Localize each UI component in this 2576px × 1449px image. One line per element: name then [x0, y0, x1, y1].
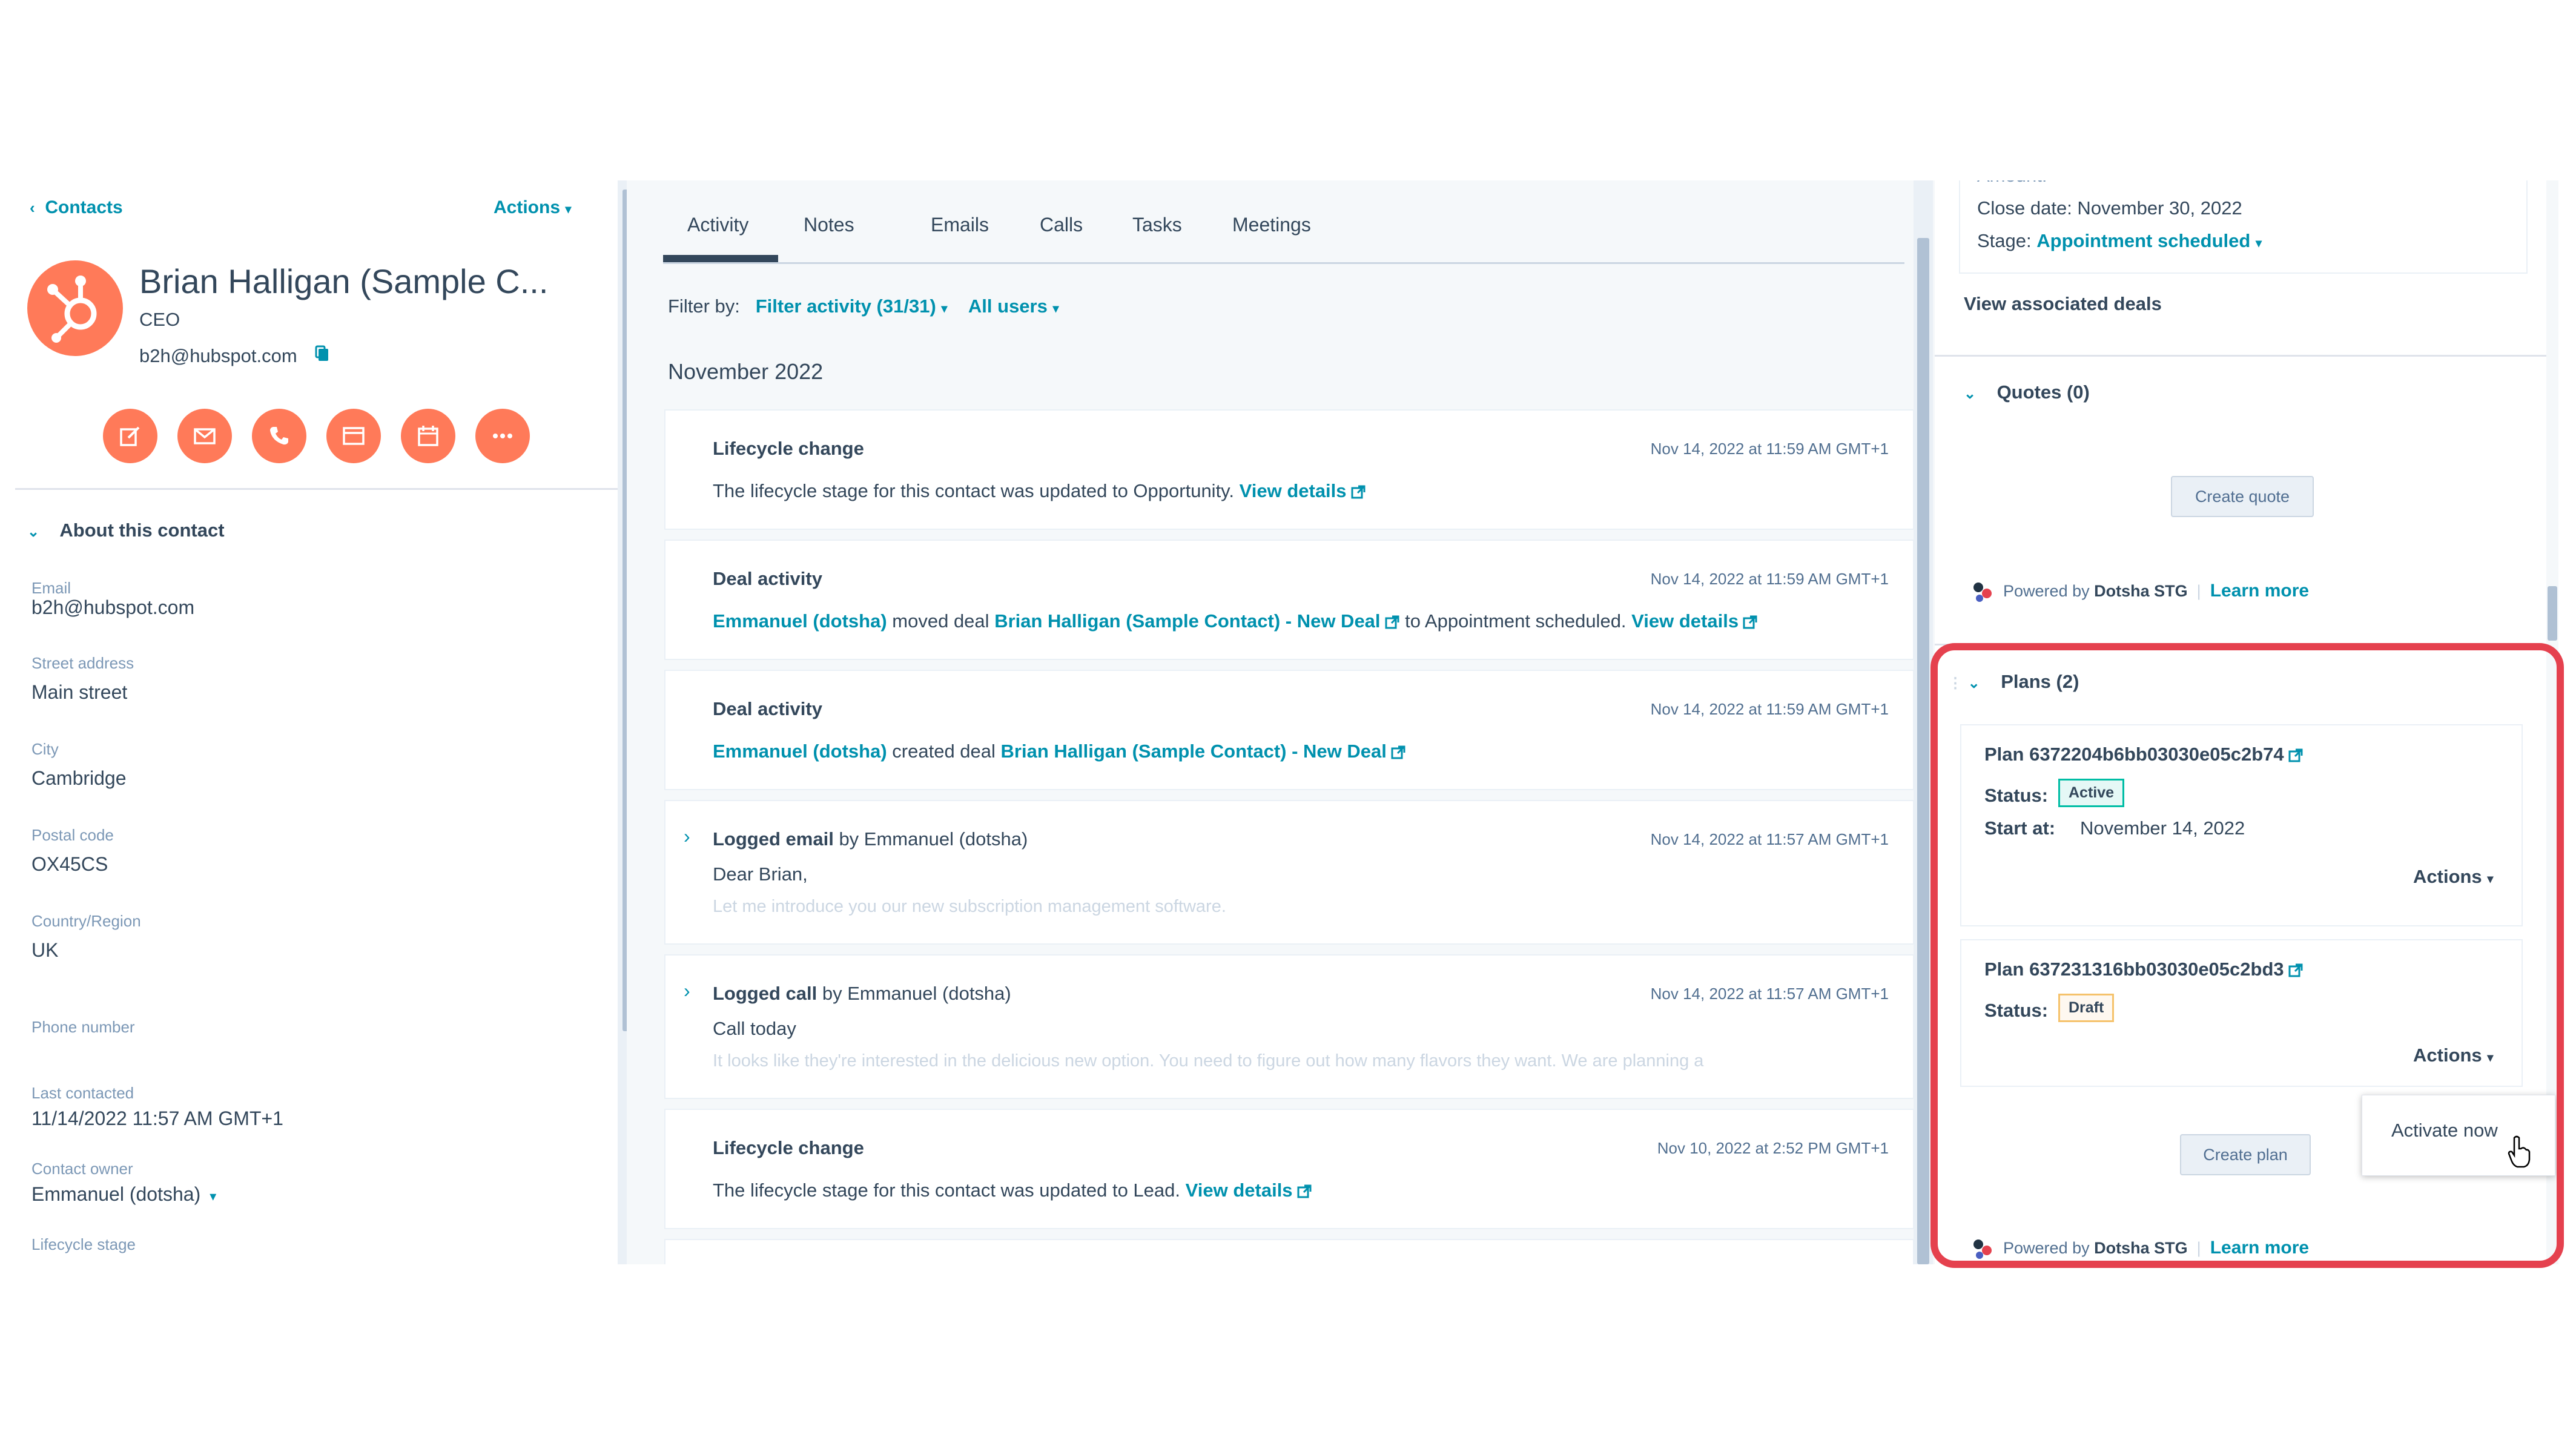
- active-tab-indicator: [663, 255, 778, 262]
- property-street-address[interactable]: Street address Main street: [31, 654, 134, 704]
- create-quote-button[interactable]: Create quote: [2171, 476, 2314, 517]
- timeline-card[interactable]: › Logged email by Emmanuel (dotsha) Nov …: [664, 800, 1914, 945]
- contacts-back-link[interactable]: ‹ Contacts: [30, 197, 123, 218]
- more-icon: [493, 434, 512, 438]
- quotes-section-toggle[interactable]: ⌄ Quotes (0): [1964, 381, 2090, 403]
- timeline-card[interactable]: Lifecycle change Nov 14, 2022 at 11:59 A…: [664, 409, 1914, 530]
- tab-emails[interactable]: Emails: [931, 214, 989, 236]
- calendar-icon: [418, 426, 438, 446]
- property-contact-owner[interactable]: Contact owner Emmanuel (dotsha) ▾: [31, 1160, 216, 1206]
- contact-email: b2h@hubspot.com: [139, 345, 297, 366]
- tab-activity[interactable]: Activity: [687, 214, 748, 236]
- contact-sidebar: ‹ Contacts Actions ▾ Brian Halligan (Sam…: [15, 180, 639, 1264]
- chevron-right-icon[interactable]: ›: [684, 825, 690, 848]
- scrollbar-thumb[interactable]: [2548, 586, 2557, 641]
- divider: [15, 488, 618, 490]
- note-button[interactable]: [103, 409, 157, 463]
- deal-stage-dropdown[interactable]: Appointment scheduled ▾: [2036, 230, 2262, 251]
- filter-bar: Filter by: Filter activity (31/31) ▾ All…: [668, 295, 1059, 317]
- caret-down-icon: ▾: [2255, 237, 2262, 250]
- deal-card: Amount: -- Close date: November 30, 2022…: [1959, 180, 2528, 274]
- caret-down-icon: ▾: [941, 302, 948, 315]
- about-section-toggle[interactable]: ⌄ About this contact: [27, 520, 225, 541]
- timeline-card[interactable]: Deal activity Nov 14, 2022 at 11:59 AM G…: [664, 670, 1914, 790]
- email-button[interactable]: [177, 409, 232, 463]
- edit-note-icon: [120, 426, 140, 446]
- chevron-down-icon: ⌄: [1964, 386, 1977, 402]
- view-details-link[interactable]: View details: [1240, 480, 1366, 501]
- property-lifecycle-stage[interactable]: Lifecycle stage: [31, 1235, 136, 1254]
- task-icon: [343, 427, 365, 445]
- powered-by: Powered by Dotsha STG | Learn more: [1970, 580, 2309, 604]
- deal-link[interactable]: Brian Halligan (Sample Contact) - New De…: [994, 610, 1399, 632]
- view-associated-deals-link[interactable]: View associated deals: [1964, 293, 2162, 315]
- timeline-card[interactable]: › Logged call by Emmanuel (dotsha) Nov 1…: [664, 954, 1914, 1099]
- external-link-icon: [1351, 485, 1366, 499]
- tab-tasks[interactable]: Tasks: [1132, 214, 1182, 236]
- task-button[interactable]: [326, 409, 381, 463]
- chevron-down-icon: ⌄: [27, 524, 40, 540]
- contact-actions-button[interactable]: Actions ▾: [494, 197, 571, 218]
- call-button[interactable]: [252, 409, 306, 463]
- timeline-panel: Activity Notes Emails Calls Tasks Meetin…: [627, 180, 1935, 1264]
- divider: [1935, 355, 2548, 357]
- view-details-link[interactable]: View details: [1631, 610, 1758, 632]
- phone-icon: [270, 427, 288, 445]
- timeline-tabs: Activity Notes Emails Calls Tasks Meetin…: [663, 180, 1904, 264]
- actor-link[interactable]: Emmanuel (dotsha): [713, 610, 887, 632]
- view-details-link[interactable]: View details: [1186, 1180, 1312, 1201]
- avatar: [27, 260, 123, 356]
- tab-meetings[interactable]: Meetings: [1232, 214, 1311, 236]
- actor-link[interactable]: Emmanuel (dotsha): [713, 741, 887, 762]
- external-link-icon: [1385, 615, 1399, 629]
- scrollbar-thumb[interactable]: [1917, 238, 1929, 1264]
- caret-down-icon: ▾: [206, 1189, 217, 1204]
- contact-job-title: CEO: [139, 309, 180, 330]
- learn-more-link[interactable]: Learn more: [2210, 581, 2309, 601]
- timeline-card[interactable]: [664, 1239, 1914, 1264]
- external-link-icon: [1743, 615, 1757, 629]
- month-heading: November 2022: [668, 359, 824, 384]
- property-last-contacted: Last contacted 11/14/2022 11:57 AM GMT+1: [31, 1084, 283, 1129]
- tab-calls[interactable]: Calls: [1040, 214, 1083, 236]
- mail-icon: [194, 428, 216, 444]
- caret-down-icon: ▾: [565, 203, 572, 216]
- property-postal-code[interactable]: Postal code OX45CS: [31, 826, 114, 876]
- property-phone-number[interactable]: Phone number: [31, 1018, 135, 1037]
- tab-notes[interactable]: Notes: [804, 214, 854, 236]
- highlight-annotation: [1930, 643, 2564, 1268]
- external-link-icon: [1391, 745, 1405, 759]
- property-country-region[interactable]: Country/Region UK: [31, 912, 141, 962]
- property-email[interactable]: Email b2h@hubspot.com: [31, 579, 194, 619]
- contact-name: Brian Halligan (Sample C...: [139, 262, 549, 300]
- more-button[interactable]: [475, 409, 530, 463]
- filter-users-dropdown[interactable]: All users ▾: [968, 295, 1059, 317]
- deal-link[interactable]: Brian Halligan (Sample Contact) - New De…: [1001, 741, 1406, 762]
- meeting-button[interactable]: [401, 409, 455, 463]
- hubspot-logo-icon: [47, 276, 97, 343]
- caret-down-icon: ▾: [1052, 302, 1059, 315]
- chevron-left-icon: ‹: [30, 199, 35, 217]
- external-link-icon: [1297, 1184, 1312, 1198]
- timeline-card[interactable]: Lifecycle change Nov 10, 2022 at 2:52 PM…: [664, 1109, 1914, 1229]
- filter-activity-dropdown[interactable]: Filter activity (31/31) ▾: [756, 295, 948, 317]
- copy-icon[interactable]: [315, 345, 329, 362]
- chevron-right-icon[interactable]: ›: [684, 980, 690, 1002]
- property-city[interactable]: City Cambridge: [31, 740, 127, 790]
- timeline-card[interactable]: Deal activity Nov 14, 2022 at 11:59 AM G…: [664, 540, 1914, 660]
- dotsha-logo-icon: [1973, 583, 1992, 602]
